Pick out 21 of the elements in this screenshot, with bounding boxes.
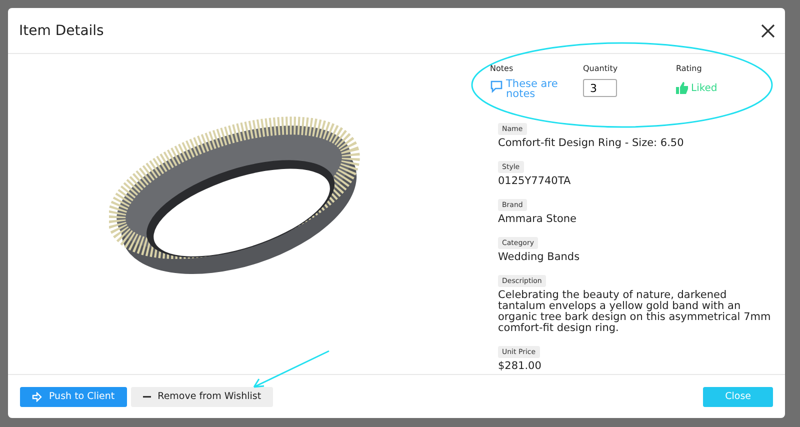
field-value: $281.00 (498, 361, 542, 372)
field-value: Celebrating the beauty of nature, darkened tantalum envelops a yellow gold band with an organic tree bark design on this asymmetrical 7mm comfort-fit design ring. (498, 290, 772, 334)
field-value: Comfort-fit Design Ring - Size: 6.50 (498, 138, 685, 149)
notes-link[interactable]: These are notes (506, 79, 570, 99)
thumbs-up-icon (676, 82, 688, 94)
quantity-label: Quantity (583, 64, 619, 73)
field-value: 0125Y7740TA (498, 176, 572, 187)
arrow-right-icon (32, 392, 42, 402)
close-button[interactable]: Close (703, 386, 773, 406)
close-icon[interactable] (761, 24, 775, 38)
push-button[interactable]: Push to Client (20, 386, 127, 406)
field-value: Ammara Stone (498, 214, 578, 225)
notes-label: Notes (490, 64, 514, 73)
remove-button[interactable]: Remove from Wishlist (130, 386, 274, 406)
field-value: Wedding Bands (498, 252, 581, 263)
rating-label: Rating (676, 64, 703, 73)
quantity-field[interactable]: 3 (583, 79, 617, 97)
comment-icon (490, 80, 503, 93)
rating-status[interactable]: Liked (676, 82, 718, 94)
dialog-title: Item Details (19, 22, 104, 38)
minus-icon (142, 396, 151, 398)
